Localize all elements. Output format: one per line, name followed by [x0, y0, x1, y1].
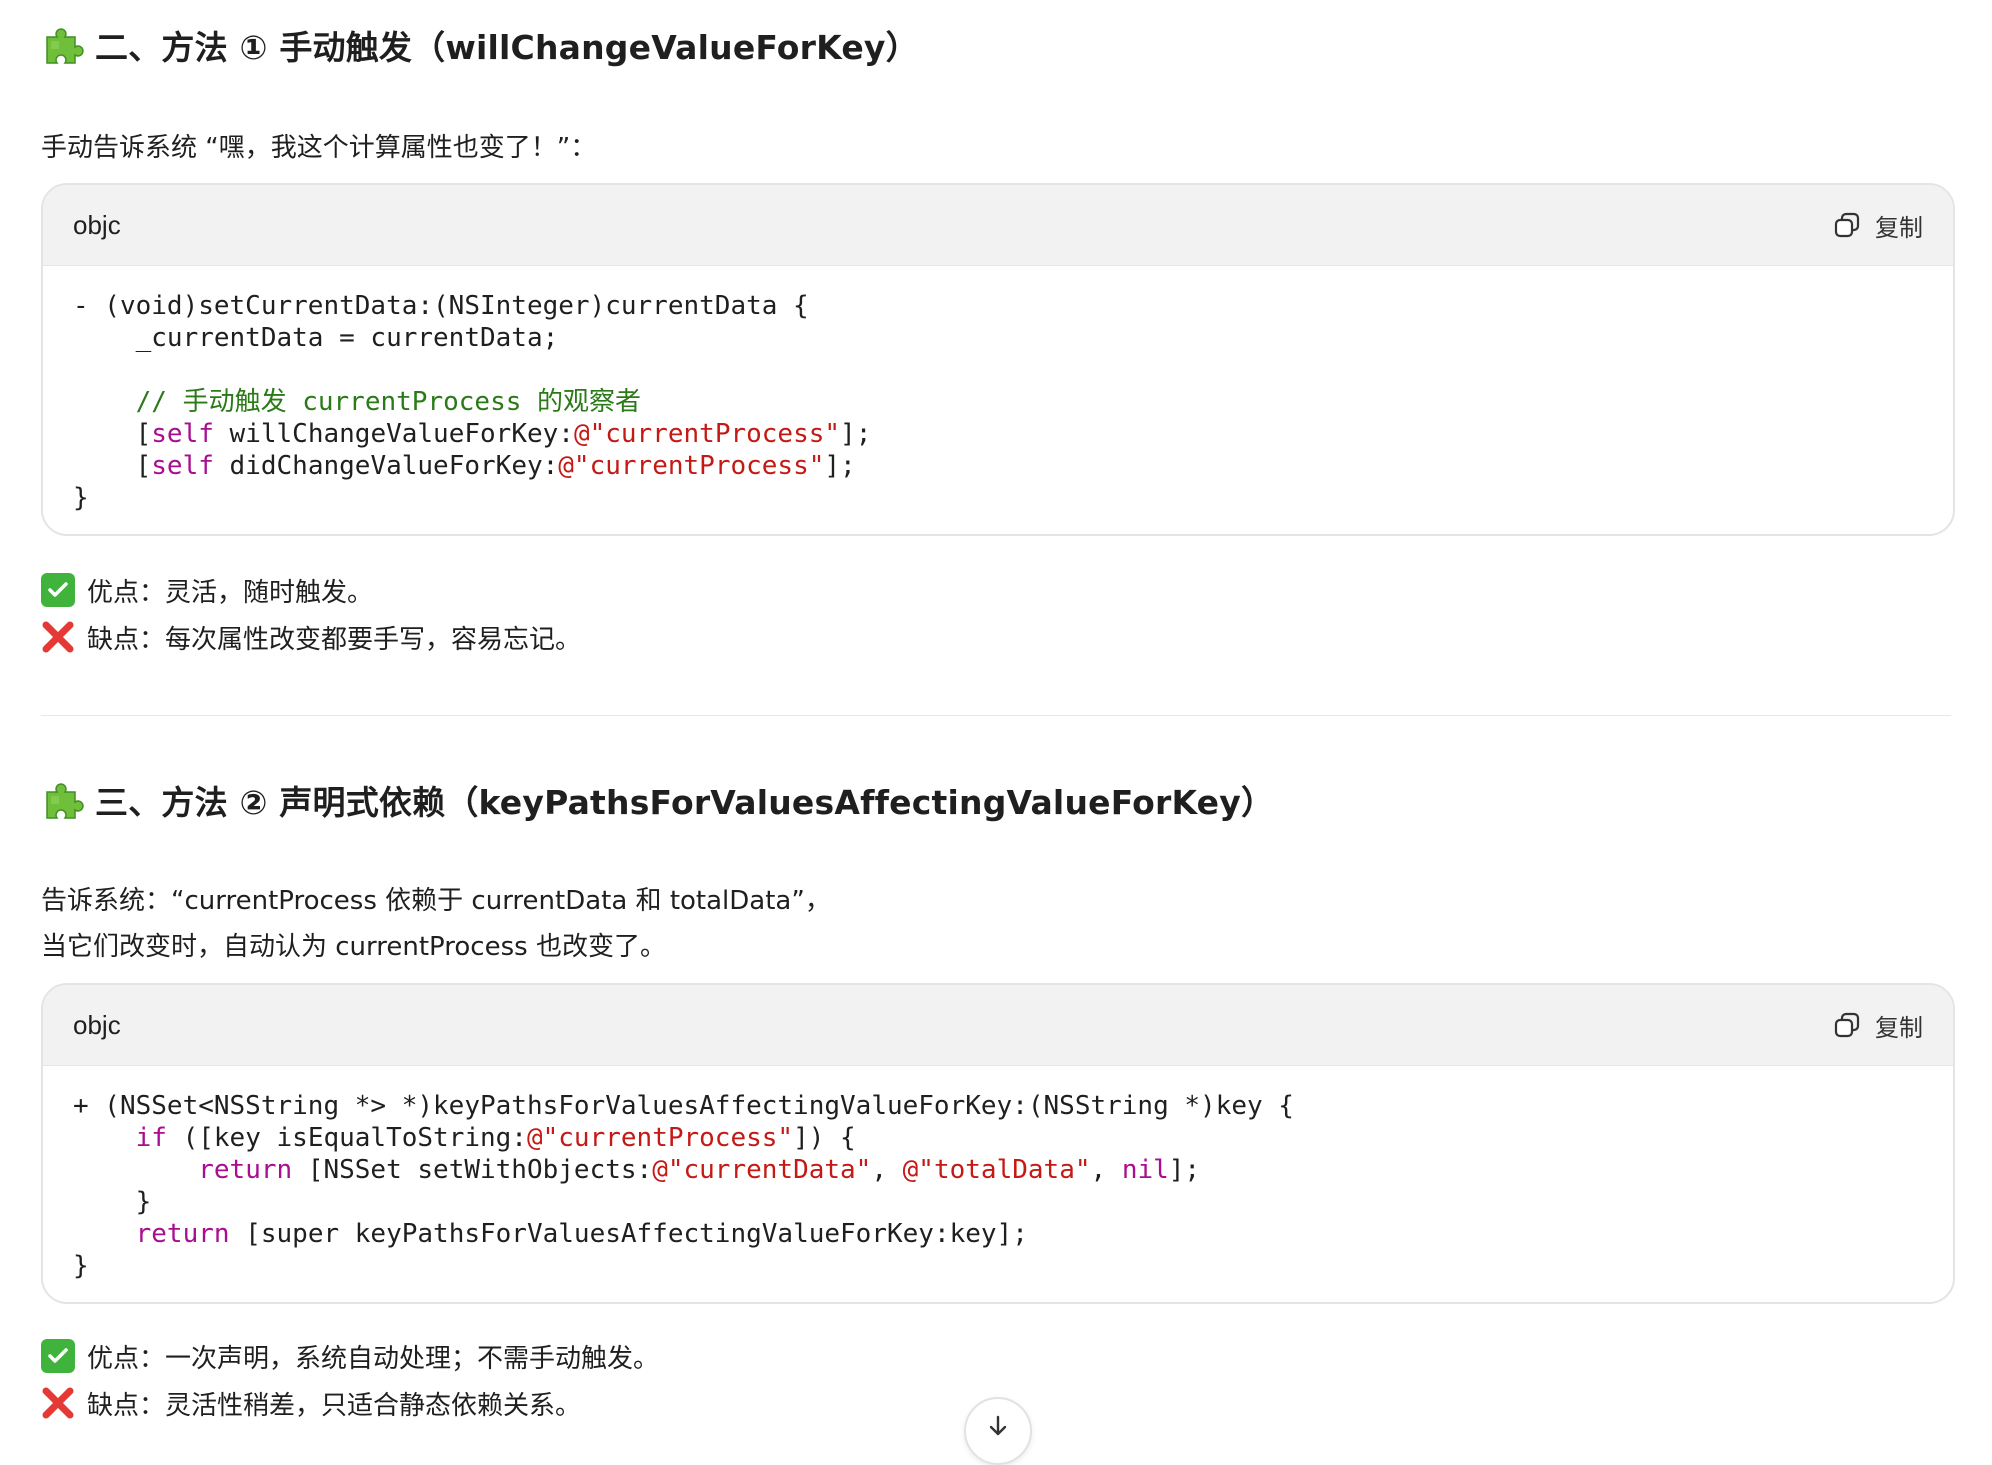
scroll-to-bottom-button[interactable]	[964, 1397, 1032, 1465]
copy-code-button[interactable]: 复制	[1833, 208, 1923, 243]
section-heading-text: 三、方法 ② 声明式依赖（keyPathsForValuesAffectingV…	[95, 783, 1275, 822]
section-divider	[41, 715, 1951, 716]
pro-item: 优点：一次声明，系统自动处理；不需手动触发。	[41, 1336, 659, 1376]
puzzle-piece-icon	[46, 28, 84, 64]
puzzle-piece-icon	[46, 783, 84, 819]
section-heading-declarative: 三、方法 ② 声明式依赖（keyPathsForValuesAffectingV…	[41, 776, 1274, 824]
code-content: - (void)setCurrentData:(NSInteger)curren…	[73, 291, 872, 513]
cross-mark-icon	[41, 1386, 75, 1420]
section-intro: 手动告诉系统 “嘿，我这个计算属性也变了！”：	[41, 133, 597, 163]
copy-icon	[1834, 1012, 1860, 1038]
arrow-down-icon	[989, 1415, 1007, 1436]
copy-icon	[1834, 212, 1860, 238]
pro-text: 优点：灵活，随时触发。	[87, 577, 374, 608]
code-language-label: objc	[73, 1009, 121, 1040]
copy-button-label: 复制	[1875, 213, 1923, 242]
check-mark-icon	[41, 573, 75, 607]
con-text: 缺点：灵活性稍差，只适合静态依赖关系。	[87, 1390, 582, 1421]
section-heading-manual: 二、方法 ① 手动触发（willChangeValueForKey）	[41, 21, 919, 69]
pro-item: 优点：灵活，随时触发。	[41, 570, 373, 610]
code-language-label: objc	[73, 209, 121, 240]
copy-button-label: 复制	[1875, 1013, 1923, 1042]
copy-code-button[interactable]: 复制	[1833, 1008, 1923, 1043]
section-heading-text: 二、方法 ① 手动触发（willChangeValueForKey）	[95, 28, 919, 67]
section-intro-line1: 告诉系统：“currentProcess 依赖于 currentData 和 t…	[41, 886, 831, 916]
code-block-header: objc 复制	[43, 185, 1953, 266]
pro-text: 优点：一次声明，系统自动处理；不需手动触发。	[87, 1343, 660, 1374]
con-item: 缺点：每次属性改变都要手写，容易忘记。	[41, 617, 581, 657]
con-text: 缺点：每次属性改变都要手写，容易忘记。	[87, 624, 582, 655]
code-content: + (NSSet<NSString *> *)keyPathsForValues…	[73, 1091, 1294, 1281]
section-intro-line2: 当它们改变时，自动认为 currentProcess 也改变了。	[41, 932, 666, 962]
check-mark-icon	[41, 1339, 75, 1373]
con-item: 缺点：灵活性稍差，只适合静态依赖关系。	[41, 1383, 581, 1423]
code-block: objc 复制 - (void)setCurrentData:(NSIntege…	[41, 183, 1955, 536]
cross-mark-icon	[41, 620, 75, 654]
code-block: objc 复制 + (NSSet<NSString *> *)keyPathsF…	[41, 983, 1955, 1304]
code-block-header: objc 复制	[43, 985, 1953, 1066]
